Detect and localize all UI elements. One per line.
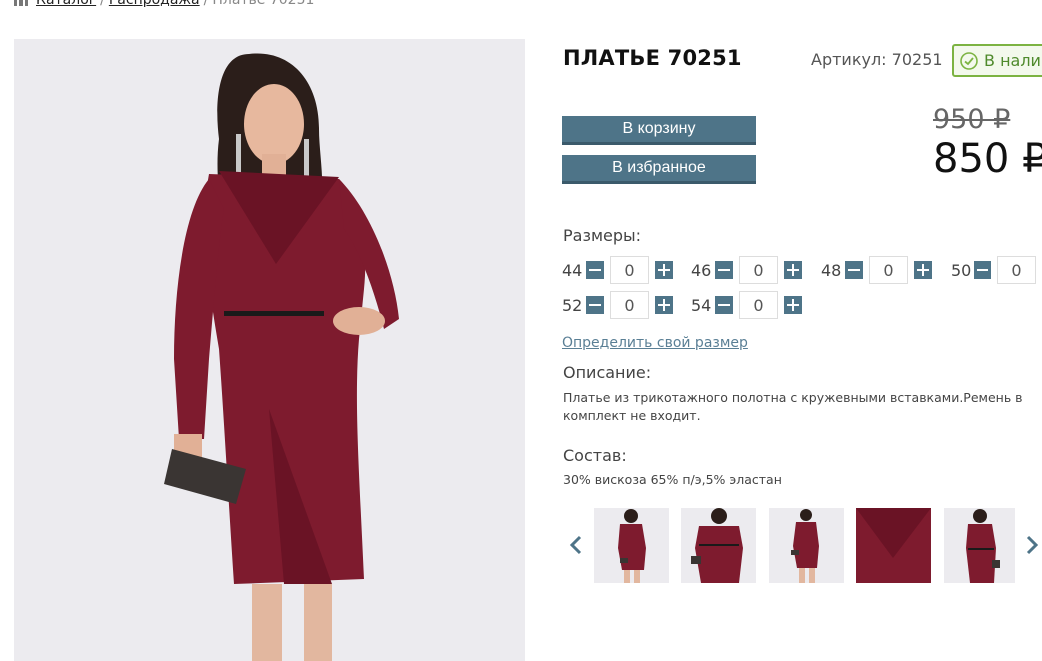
minus-icon[interactable]: [845, 261, 863, 279]
description-label: Описание:: [563, 363, 652, 382]
thumbnail[interactable]: [769, 508, 844, 583]
plus-icon[interactable]: [655, 261, 673, 279]
plus-icon[interactable]: [784, 296, 802, 314]
breadcrumb-catalog[interactable]: Каталог: [36, 0, 96, 8]
plus-icon[interactable]: [914, 261, 932, 279]
size-value: 48: [821, 260, 842, 280]
quantity-input[interactable]: [997, 256, 1036, 284]
size-value: 52: [562, 295, 583, 315]
size-selector-44: 44: [562, 256, 673, 284]
quantity-input[interactable]: [610, 291, 649, 319]
minus-icon[interactable]: [715, 261, 733, 279]
quantity-input[interactable]: [739, 256, 778, 284]
chevron-left-icon[interactable]: [568, 531, 584, 559]
size-value: 44: [562, 260, 583, 280]
dress-thumbnail-image: [791, 509, 819, 583]
composition-label: Состав:: [563, 446, 627, 465]
product-title: ПЛАТЬЕ 70251: [563, 46, 742, 70]
product-sku: Артикул: 70251: [811, 50, 943, 69]
dress-thumbnail-image: [691, 508, 743, 583]
thumbnail[interactable]: [856, 508, 931, 583]
thumbnail[interactable]: [681, 508, 756, 583]
breadcrumb-separator: /: [203, 0, 209, 8]
minus-icon[interactable]: [586, 261, 604, 279]
thumbnail[interactable]: [594, 508, 669, 583]
current-price: 850 ₽: [933, 136, 1042, 182]
size-selector-52: 52: [562, 291, 673, 319]
quantity-input[interactable]: [610, 256, 649, 284]
chevron-right-icon[interactable]: [1024, 531, 1040, 559]
size-value: 54: [691, 295, 712, 315]
find-size-link[interactable]: Определить свой размер: [562, 335, 748, 351]
minus-icon[interactable]: [715, 296, 733, 314]
size-selector-50: 50: [951, 256, 1042, 284]
minus-icon[interactable]: [973, 261, 991, 279]
description-text: Платье из трикотажного полотна с кружевн…: [563, 390, 1023, 423]
check-circle-icon: [960, 51, 978, 70]
stock-label: В наличии: [984, 51, 1042, 70]
size-value: 50: [951, 260, 972, 280]
dress-photo: [164, 53, 399, 661]
dress-thumbnail-image: [966, 509, 1000, 583]
breadcrumb: Каталог / Распродажа / Платье 70251: [14, 0, 314, 8]
stock-badge: В наличии: [952, 44, 1042, 77]
size-selector-48: 48: [821, 256, 932, 284]
size-selector-54: 54: [691, 291, 802, 319]
dress-thumbnail-image: [618, 509, 646, 583]
composition-text: 30% вискоза 65% п/э,5% эластан: [563, 472, 782, 487]
breadcrumb-separator: /: [100, 0, 105, 8]
add-to-cart-button[interactable]: В корзину: [562, 116, 756, 145]
quantity-input[interactable]: [869, 256, 908, 284]
add-to-favorites-button[interactable]: В избранное: [562, 155, 756, 184]
thumbnail[interactable]: [944, 508, 1015, 583]
plus-icon[interactable]: [784, 261, 802, 279]
lace-detail-thumbnail-image: [856, 508, 931, 583]
quantity-input[interactable]: [739, 291, 778, 319]
size-value: 46: [691, 260, 712, 280]
minus-icon[interactable]: [586, 296, 604, 314]
breadcrumb-sale[interactable]: Распродажа: [109, 0, 200, 8]
sizes-label: Размеры:: [563, 226, 642, 245]
home-icon[interactable]: [14, 0, 28, 6]
main-product-photo[interactable]: [14, 39, 525, 661]
size-selector-46: 46: [691, 256, 802, 284]
old-price: 950 ₽: [933, 104, 1011, 135]
breadcrumb-current: Платье 70251: [212, 0, 315, 8]
plus-icon[interactable]: [655, 296, 673, 314]
